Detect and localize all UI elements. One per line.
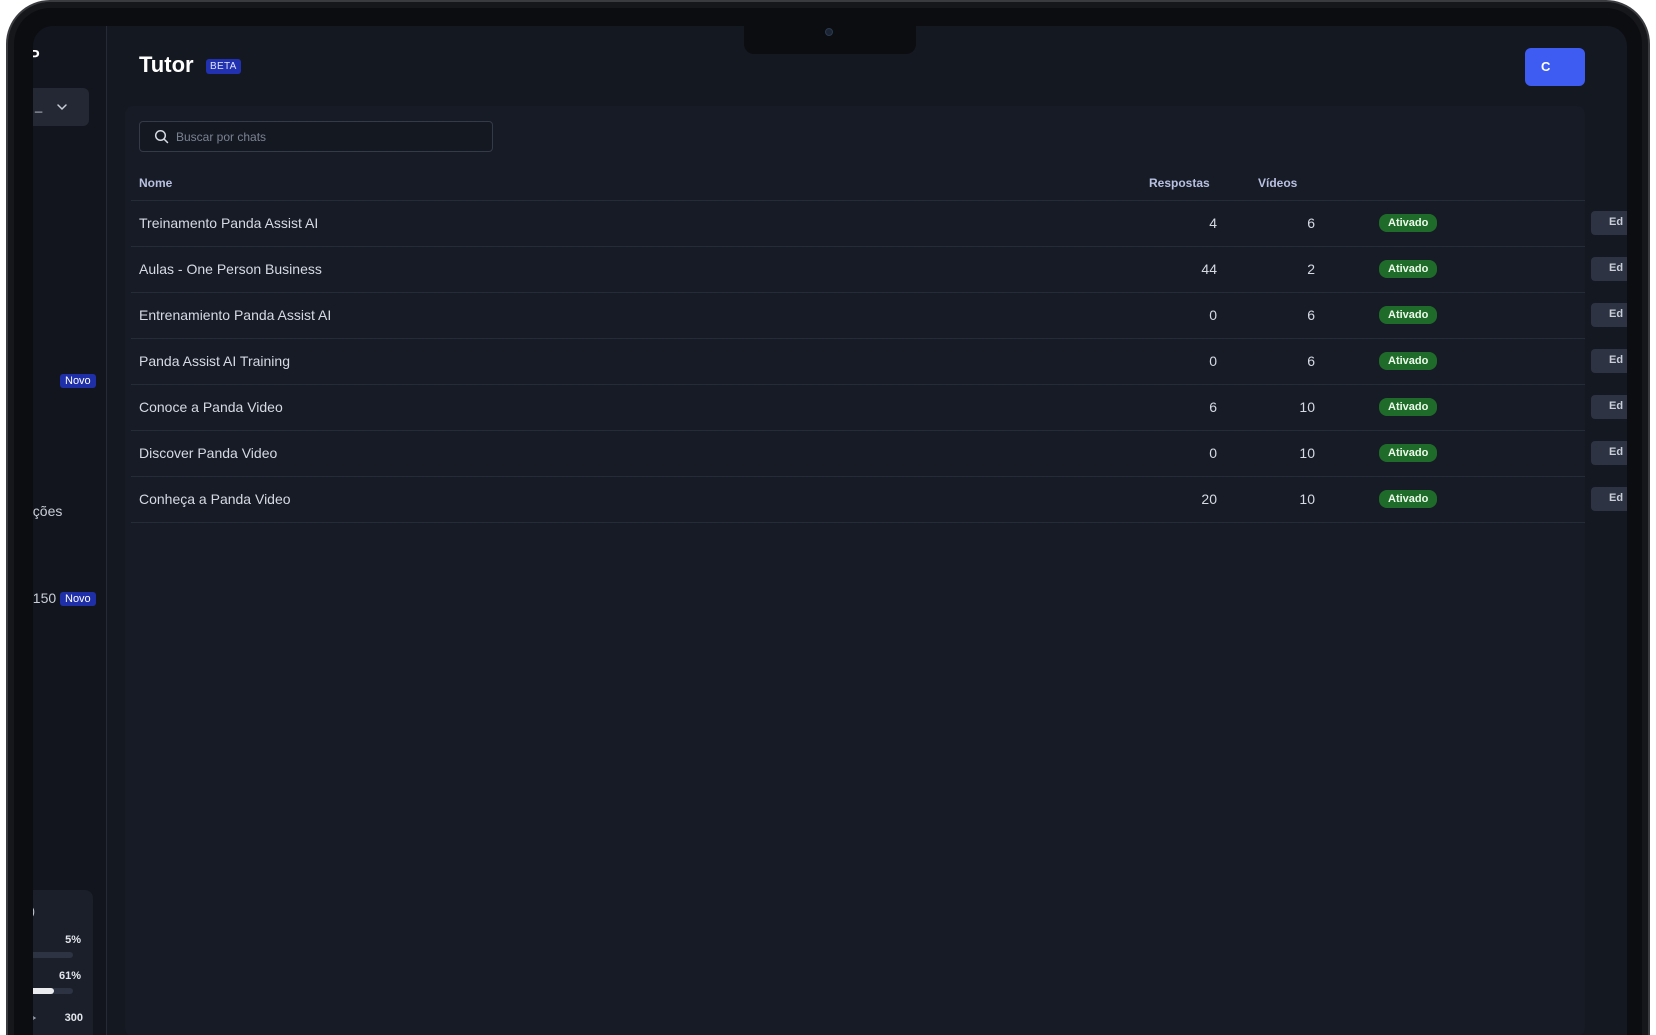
chevron-down-icon: [57, 104, 67, 111]
table-row[interactable]: Discover Panda Video 0 10 Ativado Ed: [131, 431, 1627, 477]
main-content: Tutor BETA C Nome Respostas Vídeos Trein…: [107, 26, 1627, 1035]
usage-percent-1: 5%: [65, 934, 81, 946]
responses-count: 20: [1201, 491, 1217, 507]
table-row[interactable]: Aulas - One Person Business 44 2 Ativado…: [131, 247, 1627, 293]
chat-name: Entrenamiento Panda Assist AI: [139, 307, 332, 323]
responses-count: 0: [1209, 307, 1217, 323]
usage-card: ) 5% 61% 300: [33, 890, 93, 1035]
chat-name: Treinamento Panda Assist AI: [139, 215, 319, 231]
usage-count: 300: [64, 1012, 83, 1024]
responses-count: 4: [1209, 215, 1217, 231]
edit-button[interactable]: Ed: [1591, 211, 1627, 235]
usage-bar-2: [33, 988, 73, 994]
videos-count: 10: [1299, 445, 1315, 461]
column-header-videos[interactable]: Vídeos: [1258, 176, 1297, 190]
beta-badge: BETA: [206, 59, 241, 74]
play-icon: [33, 1016, 37, 1020]
status-badge: Ativado: [1379, 214, 1438, 232]
table-row[interactable]: Entrenamiento Panda Assist AI 0 6 Ativad…: [131, 293, 1627, 339]
table-row[interactable]: Conoce a Panda Video 6 10 Ativado Ed: [131, 385, 1627, 431]
usage-bar-1: [33, 952, 73, 958]
table-row[interactable]: Conheça a Panda Video 20 10 Ativado Ed: [131, 477, 1627, 523]
usage-percent-2: 61%: [58, 970, 81, 982]
app-screen: P _ a Novo a ações s : 150 Novo ) 5%: [33, 26, 1627, 1035]
page-title: Tutor: [139, 52, 194, 77]
new-badge: Novo: [60, 374, 96, 388]
edit-button[interactable]: Ed: [1591, 303, 1627, 327]
usage-title: ): [33, 904, 35, 918]
videos-count: 6: [1307, 307, 1315, 323]
status-badge: Ativado: [1379, 398, 1438, 416]
status-badge: Ativado: [1379, 490, 1438, 508]
sidebar: P _ a Novo a ações s : 150 Novo ) 5%: [33, 26, 107, 1035]
sidebar-item-label: : 150: [33, 590, 57, 606]
status-badge: Ativado: [1379, 444, 1438, 462]
camera-icon: [825, 28, 833, 36]
table-row[interactable]: Treinamento Panda Assist AI 4 6 Ativado …: [131, 201, 1627, 247]
create-button[interactable]: C: [1525, 48, 1585, 86]
usage-bar-fill: [33, 988, 54, 994]
tutor-panel: Nome Respostas Vídeos Treinamento Panda …: [125, 106, 1627, 1035]
chat-name: Conheça a Panda Video: [139, 491, 291, 507]
status-badge: Ativado: [1379, 306, 1438, 324]
sidebar-item-4[interactable]: ações: [33, 503, 62, 519]
videos-count: 10: [1299, 491, 1315, 507]
responses-count: 0: [1209, 445, 1217, 461]
responses-count: 44: [1201, 261, 1217, 277]
edit-button[interactable]: Ed: [1591, 395, 1627, 419]
column-header-responses[interactable]: Respostas: [1149, 176, 1210, 190]
status-badge: Ativado: [1379, 352, 1438, 370]
logo[interactable]: P: [33, 48, 40, 66]
chat-name: Conoce a Panda Video: [139, 399, 283, 415]
status-badge: Ativado: [1379, 260, 1438, 278]
videos-count: 6: [1307, 215, 1315, 231]
search-icon: [154, 129, 169, 144]
chat-name: Discover Panda Video: [139, 445, 278, 461]
videos-count: 10: [1299, 399, 1315, 415]
edit-button[interactable]: Ed: [1591, 257, 1627, 281]
sidebar-item-6[interactable]: : 150: [33, 590, 56, 606]
edit-button[interactable]: Ed: [1591, 349, 1627, 373]
responses-count: 0: [1209, 353, 1217, 369]
sidebar-item-label: ações: [33, 503, 63, 519]
search-box[interactable]: [139, 121, 493, 152]
edit-button[interactable]: Ed: [1591, 487, 1627, 511]
workspace-select[interactable]: _: [33, 88, 89, 126]
responses-count: 6: [1209, 399, 1217, 415]
new-badge: Novo: [60, 592, 96, 606]
table-row[interactable]: Panda Assist AI Training 0 6 Ativado Ed: [131, 339, 1627, 385]
search-input[interactable]: [176, 122, 476, 151]
edit-button[interactable]: Ed: [1591, 441, 1627, 465]
column-header-name[interactable]: Nome: [139, 176, 172, 190]
chat-name: Panda Assist AI Training: [139, 353, 290, 369]
workspace-select-value: _: [35, 98, 43, 113]
chat-name: Aulas - One Person Business: [139, 261, 322, 277]
videos-count: 2: [1307, 261, 1315, 277]
videos-count: 6: [1307, 353, 1315, 369]
